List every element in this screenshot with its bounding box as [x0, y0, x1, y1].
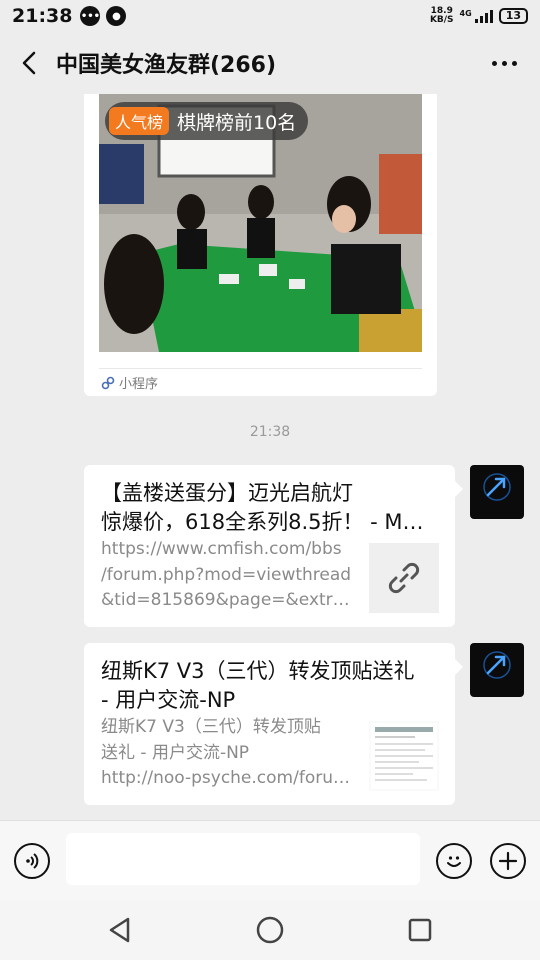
sender-avatar[interactable] [470, 465, 524, 519]
emoji-icon[interactable] [436, 843, 472, 879]
bubble-tail [455, 659, 463, 675]
link-title: 【盖楼送蛋分】迈光启航灯 惊爆价，618全系列8.5折！ - M… [101, 481, 424, 534]
chat-notification-icon: ● [106, 6, 127, 26]
back-arrow-icon[interactable] [16, 50, 42, 76]
mini-program-icon [101, 376, 115, 389]
message-notification-icon: ••• [80, 6, 101, 26]
link-icon [369, 543, 439, 613]
message-timestamp: 21:38 [249, 424, 291, 440]
link-description: 纽斯K7 V3（三代）转发顶贴 送礼 - 用户交流-NP http://noo-… [101, 717, 350, 788]
net-speed: 18.9 KB/S [429, 6, 454, 25]
divider [99, 368, 422, 369]
message-list[interactable]: 人气榜 棋牌榜前10名 小程序 21:38 【盖楼送蛋分】迈光启航灯 惊爆价，6… [0, 94, 540, 820]
link-message-card[interactable]: 纽斯K7 V3（三代）转发顶贴送礼 - 用户交流-NP 纽斯K7 V3（三代）转… [84, 643, 463, 805]
battery-icon: 13 [498, 8, 528, 24]
ranking-tag: 人气榜 棋牌榜前10名 [105, 102, 309, 140]
ranking-text: 棋牌榜前10名 [177, 111, 297, 134]
mini-program-image: 人气榜 棋牌榜前10名 [99, 94, 422, 352]
status-time: 21:38 [12, 5, 73, 27]
more-options-icon[interactable] [484, 48, 524, 78]
add-more-icon[interactable] [490, 843, 526, 879]
mini-program-label: 小程序 [119, 377, 159, 392]
link-title: 纽斯K7 V3（三代）转发顶贴送礼 - 用户交流-NP [101, 659, 415, 712]
link-description: https://www.cmfish.com/bbs /forum.php?mo… [101, 539, 353, 610]
chat-title: 中国美女渔友群(266) [56, 53, 277, 78]
chat-header: 中国美女渔友群(266) [0, 32, 540, 94]
ranking-badge: 人气榜 [109, 107, 170, 135]
signal-icon: 4G [460, 9, 493, 23]
sender-avatar[interactable] [470, 643, 524, 697]
message-input[interactable] [66, 833, 420, 885]
document-thumbnail [369, 721, 439, 791]
nav-recents-icon[interactable] [404, 914, 436, 946]
status-bar: 21:38 ••• ● 18.9 KB/S 4G 13 [0, 0, 540, 32]
bubble-tail [455, 481, 463, 497]
nav-back-icon[interactable] [104, 914, 136, 946]
chat-input-bar [0, 820, 540, 900]
nav-home-icon[interactable] [254, 914, 286, 946]
voice-input-icon[interactable] [14, 843, 50, 879]
link-message-card[interactable]: 【盖楼送蛋分】迈光启航灯 惊爆价，618全系列8.5折！ - M… https:… [84, 465, 463, 627]
mini-program-card[interactable]: 人气榜 棋牌榜前10名 小程序 [84, 94, 437, 396]
mini-program-footer: 小程序 [101, 373, 158, 392]
system-navigation-bar [0, 900, 540, 960]
